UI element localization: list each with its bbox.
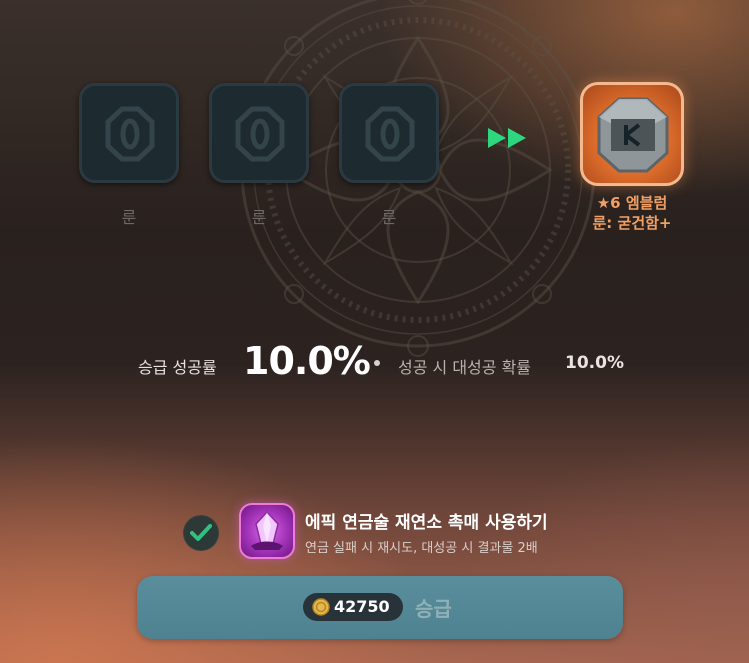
catalyst-checkbox[interactable]: [183, 515, 219, 551]
success-rate-value: 10.0%: [243, 339, 371, 383]
upgrade-button[interactable]: 42750 승급: [137, 576, 623, 639]
rune-placeholder-icon: [105, 106, 155, 162]
success-rate-row: 승급 성공률 10.0% 성공 시 대성공 확률 10.0%: [0, 337, 749, 387]
rune-placeholder-icon: [235, 106, 285, 162]
rune-slot-3-label: 룬: [381, 208, 397, 227]
catalyst-description: 연금 실패 시 재시도, 대성공 시 결과물 2배: [305, 541, 538, 556]
crystal-icon: [251, 510, 283, 550]
fast-forward-arrow-icon: [488, 128, 526, 148]
upgrade-button-label: 승급: [415, 597, 452, 621]
rune-slot-2-label: 룬: [251, 208, 267, 227]
separator-dot: [374, 360, 380, 366]
cost-pill: 42750: [303, 593, 403, 621]
gold-coin-icon: [312, 598, 330, 616]
rune-placeholder-icon: [365, 106, 415, 162]
emblem-rune-icon: [597, 97, 669, 173]
rune-slot-1[interactable]: [79, 83, 179, 183]
critical-rate-value: 10.0%: [565, 353, 624, 373]
result-name-line: ★6 엠블럼: [596, 194, 668, 212]
checkmark-icon: [190, 524, 212, 541]
catalyst-item-icon[interactable]: [239, 503, 295, 559]
rune-slot-3[interactable]: [339, 83, 439, 183]
rune-slot-2[interactable]: [209, 83, 309, 183]
result-subname-line: 룬: 굳건함+: [592, 214, 672, 232]
result-emblem-name: ★6 엠블럼 룬: 굳건함+: [570, 193, 694, 233]
critical-rate-label: 성공 시 대성공 확률: [398, 358, 532, 377]
rune-slot-1-label: 룬: [121, 208, 137, 227]
result-emblem-card[interactable]: [580, 82, 684, 186]
success-rate-label: 승급 성공률: [138, 358, 217, 377]
upgrade-cost: 42750: [334, 597, 390, 616]
catalyst-title: 에픽 연금술 재연소 촉매 사용하기: [305, 513, 548, 533]
